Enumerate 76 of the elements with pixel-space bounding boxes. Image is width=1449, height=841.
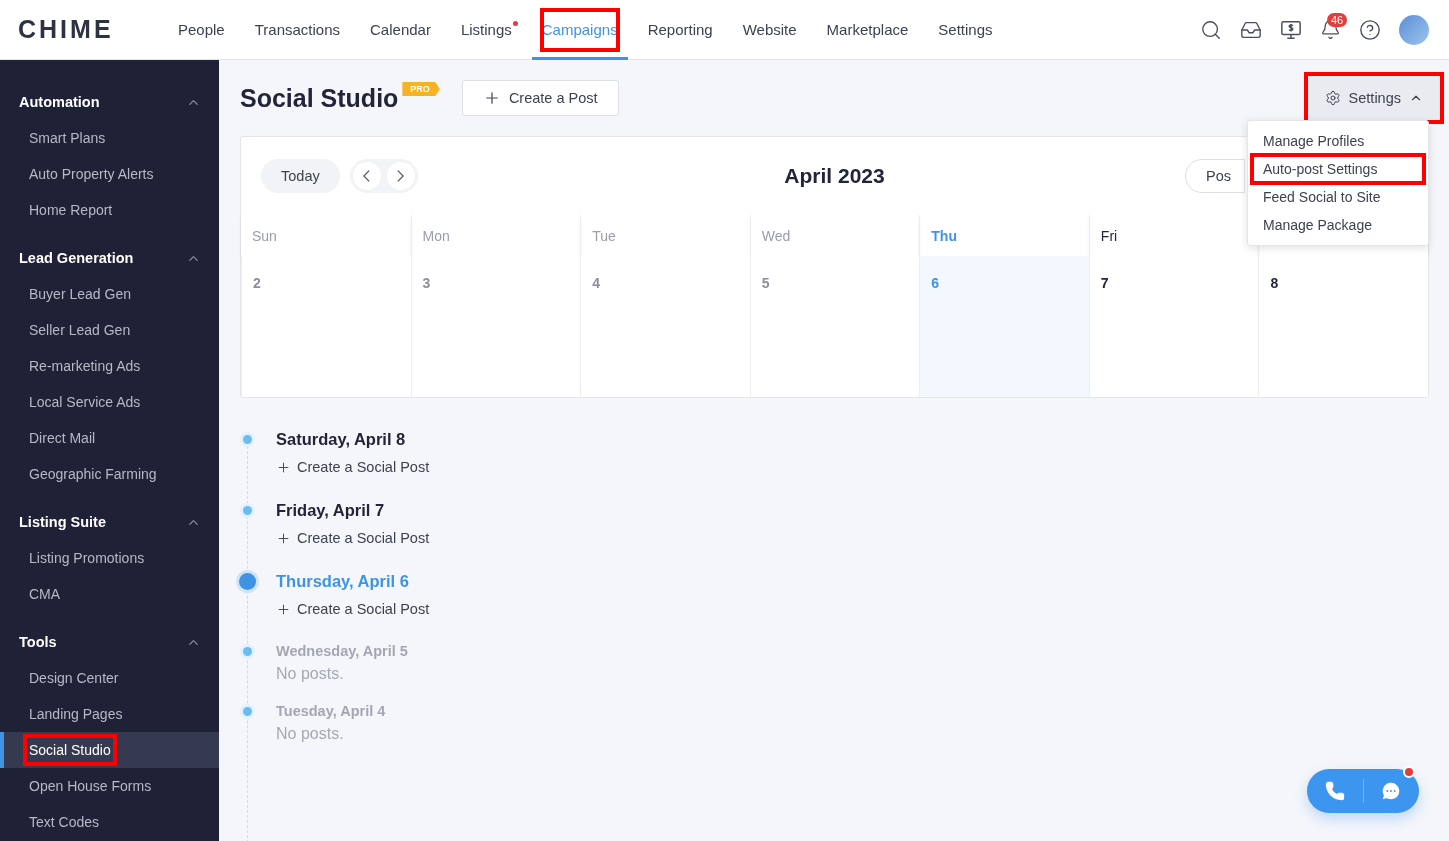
sidebar-item[interactable]: Local Service Ads bbox=[0, 384, 219, 420]
sidebar-item[interactable]: Re-marketing Ads bbox=[0, 348, 219, 384]
avatar[interactable] bbox=[1399, 14, 1429, 45]
settings-icon bbox=[1324, 90, 1341, 106]
sidebar-item[interactable]: Open House Forms bbox=[0, 768, 219, 804]
nav-tab[interactable]: Website bbox=[732, 0, 807, 60]
timeline-date: Saturday, April 8 bbox=[276, 430, 407, 449]
notification-count: 46 bbox=[1327, 13, 1348, 27]
date-number: 3 bbox=[422, 275, 431, 291]
sidebar-item[interactable]: Auto Property Alerts bbox=[0, 156, 219, 192]
sidebar-item[interactable]: Social Studio bbox=[0, 732, 219, 768]
weekday-header: Sun bbox=[241, 215, 411, 256]
create-social-post-link[interactable]: Create a Social Post bbox=[276, 530, 430, 546]
date-number: 8 bbox=[1270, 275, 1279, 291]
sidebar-item[interactable]: Design Center bbox=[0, 660, 219, 696]
timeline-date: Thursday, April 6 bbox=[276, 572, 410, 591]
timeline-date: Friday, April 7 bbox=[276, 501, 386, 520]
search-icon[interactable] bbox=[1200, 18, 1222, 41]
section-title: Lead Generation bbox=[19, 250, 134, 266]
plus-icon bbox=[276, 601, 291, 617]
sidebar-item[interactable]: Geographic Farming bbox=[0, 456, 219, 492]
settings-button[interactable]: Settings bbox=[1306, 75, 1441, 121]
nav-tab[interactable]: Reporting bbox=[637, 0, 723, 60]
phone-icon bbox=[1324, 781, 1345, 801]
section-title: Tools bbox=[19, 634, 57, 650]
date-number: 7 bbox=[1100, 275, 1109, 291]
pro-badge: PRO bbox=[402, 82, 440, 96]
nav-tab[interactable]: People bbox=[168, 0, 235, 60]
page-title: Social Studio bbox=[240, 83, 399, 113]
sidebar-item[interactable]: Listing Promotions bbox=[0, 540, 219, 576]
create-social-post-link[interactable]: Create a Social Post bbox=[276, 601, 430, 617]
today-button[interactable]: Today bbox=[261, 159, 340, 193]
sidebar-item[interactable]: Landing Pages bbox=[0, 696, 219, 732]
help-icon[interactable] bbox=[1359, 18, 1381, 41]
date-number: 6 bbox=[931, 275, 940, 291]
timeline-date: Wednesday, April 5 bbox=[276, 643, 409, 659]
sidebar-section-header[interactable]: Listing Suite bbox=[0, 504, 219, 540]
sidebar-item[interactable]: Seller Lead Gen bbox=[0, 312, 219, 348]
nav-tab[interactable]: Listings bbox=[450, 0, 522, 60]
logo[interactable]: CHIME bbox=[18, 15, 114, 44]
notification-dot bbox=[1403, 766, 1415, 778]
date-number: 4 bbox=[592, 275, 600, 291]
chevron-left-icon bbox=[363, 170, 371, 182]
create-social-post-link[interactable]: Create a Social Post bbox=[276, 459, 430, 475]
create-post-button[interactable]: Create a Post bbox=[461, 80, 619, 116]
menu-item[interactable]: Auto-post Settings bbox=[1252, 155, 1424, 183]
sidebar-item[interactable]: Text Codes bbox=[0, 804, 219, 840]
view-button[interactable]: Pos bbox=[1185, 159, 1245, 193]
plus-icon bbox=[276, 459, 291, 475]
chevron-right-icon bbox=[397, 170, 405, 182]
nav-tab[interactable]: Settings bbox=[928, 0, 1003, 60]
section-title: Automation bbox=[19, 94, 100, 110]
sidebar-item[interactable]: Home Report bbox=[0, 192, 219, 228]
nav-tab[interactable]: Transactions bbox=[244, 0, 351, 60]
chat-icon bbox=[1380, 780, 1403, 802]
menu-item[interactable]: Manage Profiles bbox=[1252, 127, 1424, 155]
no-posts-text: No posts. bbox=[276, 725, 345, 743]
sidebar-section-header[interactable]: Lead Generation bbox=[0, 240, 219, 276]
section-title: Listing Suite bbox=[19, 514, 106, 530]
no-posts-text: No posts. bbox=[276, 665, 345, 683]
sidebar-item[interactable]: Buyer Lead Gen bbox=[0, 276, 219, 312]
timeline-date: Tuesday, April 4 bbox=[276, 703, 387, 719]
day-cell[interactable]: 8 bbox=[1258, 256, 1428, 397]
nav-tab[interactable]: Marketplace bbox=[816, 0, 919, 60]
nav-tab[interactable]: Calendar bbox=[360, 0, 441, 60]
monitor-dollar-icon[interactable] bbox=[1280, 18, 1302, 41]
sidebar-section-header[interactable]: Tools bbox=[0, 624, 219, 660]
plus-icon bbox=[276, 530, 291, 546]
date-number: 5 bbox=[761, 275, 770, 291]
menu-item[interactable]: Feed Social to Site bbox=[1252, 183, 1424, 211]
sidebar-item[interactable]: Direct Mail bbox=[0, 420, 219, 456]
sidebar-item[interactable]: CMA bbox=[0, 576, 219, 612]
date-number: 2 bbox=[253, 275, 261, 291]
month-title: April 2023 bbox=[784, 164, 885, 188]
sidebar-item[interactable]: Smart Plans bbox=[0, 120, 219, 156]
sidebar-section-header[interactable]: Automation bbox=[0, 84, 219, 120]
